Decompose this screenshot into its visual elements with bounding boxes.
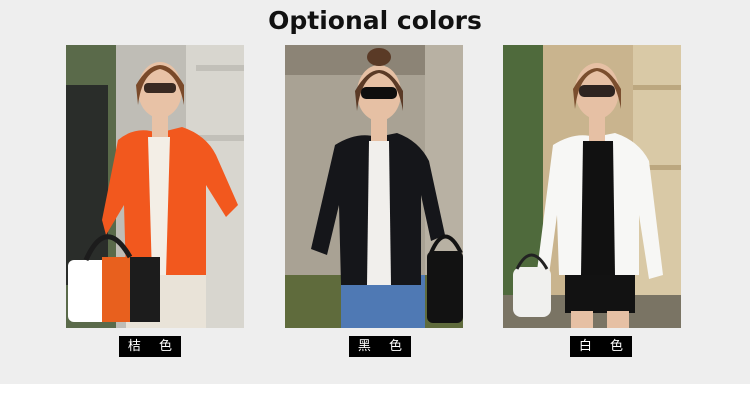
black-color-label[interactable]: 黑 色 xyxy=(349,336,411,357)
orange-variant-photo[interactable] xyxy=(66,45,244,328)
color-options-panel: Optional colors 桔 色 黑 色 白 色 xyxy=(0,0,750,384)
orange-jacket-model-icon xyxy=(66,45,244,328)
section-title: Optional colors xyxy=(268,6,482,35)
white-variant-photo[interactable] xyxy=(503,45,681,328)
black-jacket-model-icon xyxy=(285,45,463,328)
black-variant-photo[interactable] xyxy=(285,45,463,328)
white-color-label[interactable]: 白 色 xyxy=(570,336,632,357)
orange-color-label[interactable]: 桔 色 xyxy=(119,336,181,357)
white-jacket-model-icon xyxy=(503,45,681,328)
